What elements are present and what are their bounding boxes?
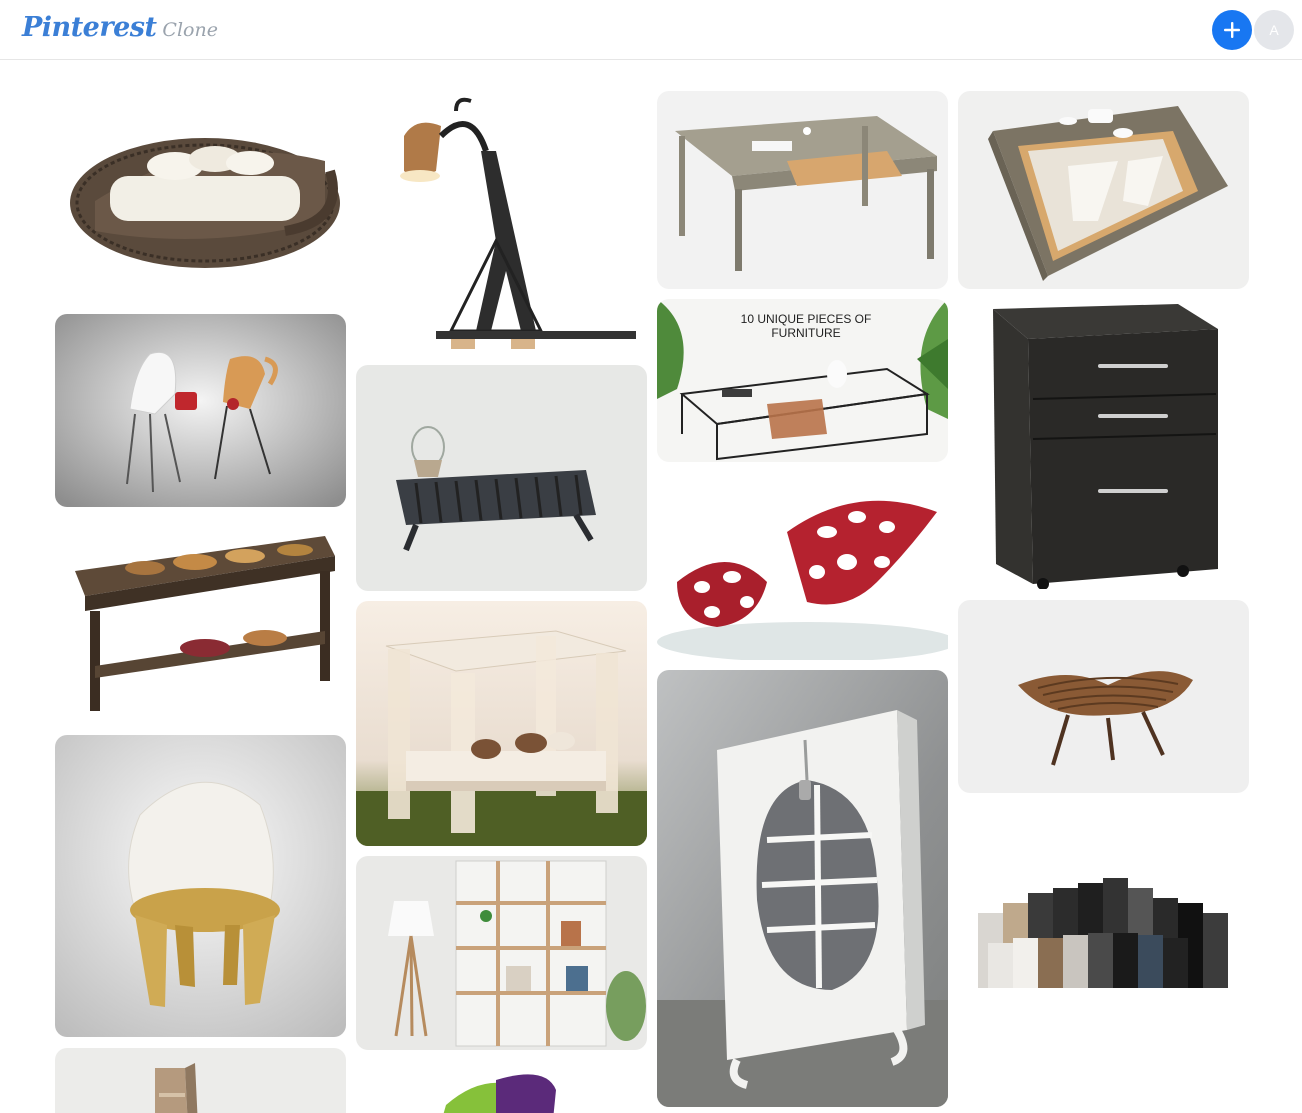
pin-red-organic-chairs[interactable] (657, 472, 948, 660)
pin-block-sofa[interactable] (958, 803, 1249, 1029)
basket-coffee-table-image (55, 516, 346, 721)
pin-wooden-wall-shelf[interactable] (55, 1048, 346, 1113)
pin-coffee-cup-chairs[interactable] (55, 314, 346, 507)
wedge-coffee-table-image (958, 91, 1249, 289)
drawer-desk-image (657, 91, 948, 289)
logo-subtext: Clone (162, 19, 218, 41)
red-organic-chairs-image (657, 472, 948, 660)
green-purple-chair-image (356, 1060, 647, 1113)
pin-zipper-cabinet[interactable] (657, 670, 948, 1107)
avatar[interactable]: A (1254, 10, 1294, 50)
pin-canopy-outdoor-bed[interactable] (356, 601, 647, 846)
pin-basket-coffee-table[interactable] (55, 516, 346, 721)
pin-wooden-bookshelf-lamp[interactable] (356, 856, 647, 1050)
logo[interactable]: Pinterest Clone (22, 12, 218, 48)
white-fur-gold-chair-image (55, 735, 346, 1037)
pin-white-fur-gold-chair[interactable] (55, 735, 346, 1037)
pin-grid: 10 UNIQUE PIECES OF FURNITURE (55, 91, 1249, 1113)
wooden-lounge-chair-image (958, 600, 1249, 793)
top-navbar: Pinterest Clone A (0, 0, 1302, 60)
pin-rattan-daybed[interactable] (55, 91, 346, 296)
pin-dark-slatted-sideboard[interactable] (356, 365, 647, 591)
rattan-daybed-image (55, 91, 346, 296)
dark-slatted-sideboard-image (356, 365, 647, 591)
add-pin-button[interactable] (1212, 10, 1252, 50)
collage-caption-line2: FURNITURE (771, 326, 840, 340)
canopy-outdoor-bed-image (356, 601, 647, 846)
pin-eiffel-tower-lamp[interactable] (356, 91, 647, 355)
pin-unique-furniture-collage[interactable]: 10 UNIQUE PIECES OF FURNITURE (657, 299, 948, 462)
logo-text: Pinterest (22, 12, 157, 43)
unique-furniture-collage-image: 10 UNIQUE PIECES OF FURNITURE (657, 299, 948, 462)
collage-caption-line1: 10 UNIQUE PIECES OF (741, 312, 872, 326)
wooden-wall-shelf-image (55, 1048, 346, 1113)
pin-wooden-lounge-chair[interactable] (958, 600, 1249, 793)
filing-cabinet-image (958, 299, 1249, 589)
pin-drawer-desk[interactable] (657, 91, 948, 289)
coffee-cup-chairs-image (55, 314, 346, 507)
eiffel-tower-lamp-image (356, 91, 647, 355)
pin-wedge-coffee-table[interactable] (958, 91, 1249, 289)
zipper-cabinet-image (657, 670, 948, 1107)
plus-icon (1224, 22, 1240, 38)
wooden-bookshelf-lamp-image (356, 856, 647, 1050)
block-sofa-image (958, 803, 1249, 1029)
pin-green-purple-chair[interactable] (356, 1060, 647, 1113)
pin-filing-cabinet[interactable] (958, 299, 1249, 589)
